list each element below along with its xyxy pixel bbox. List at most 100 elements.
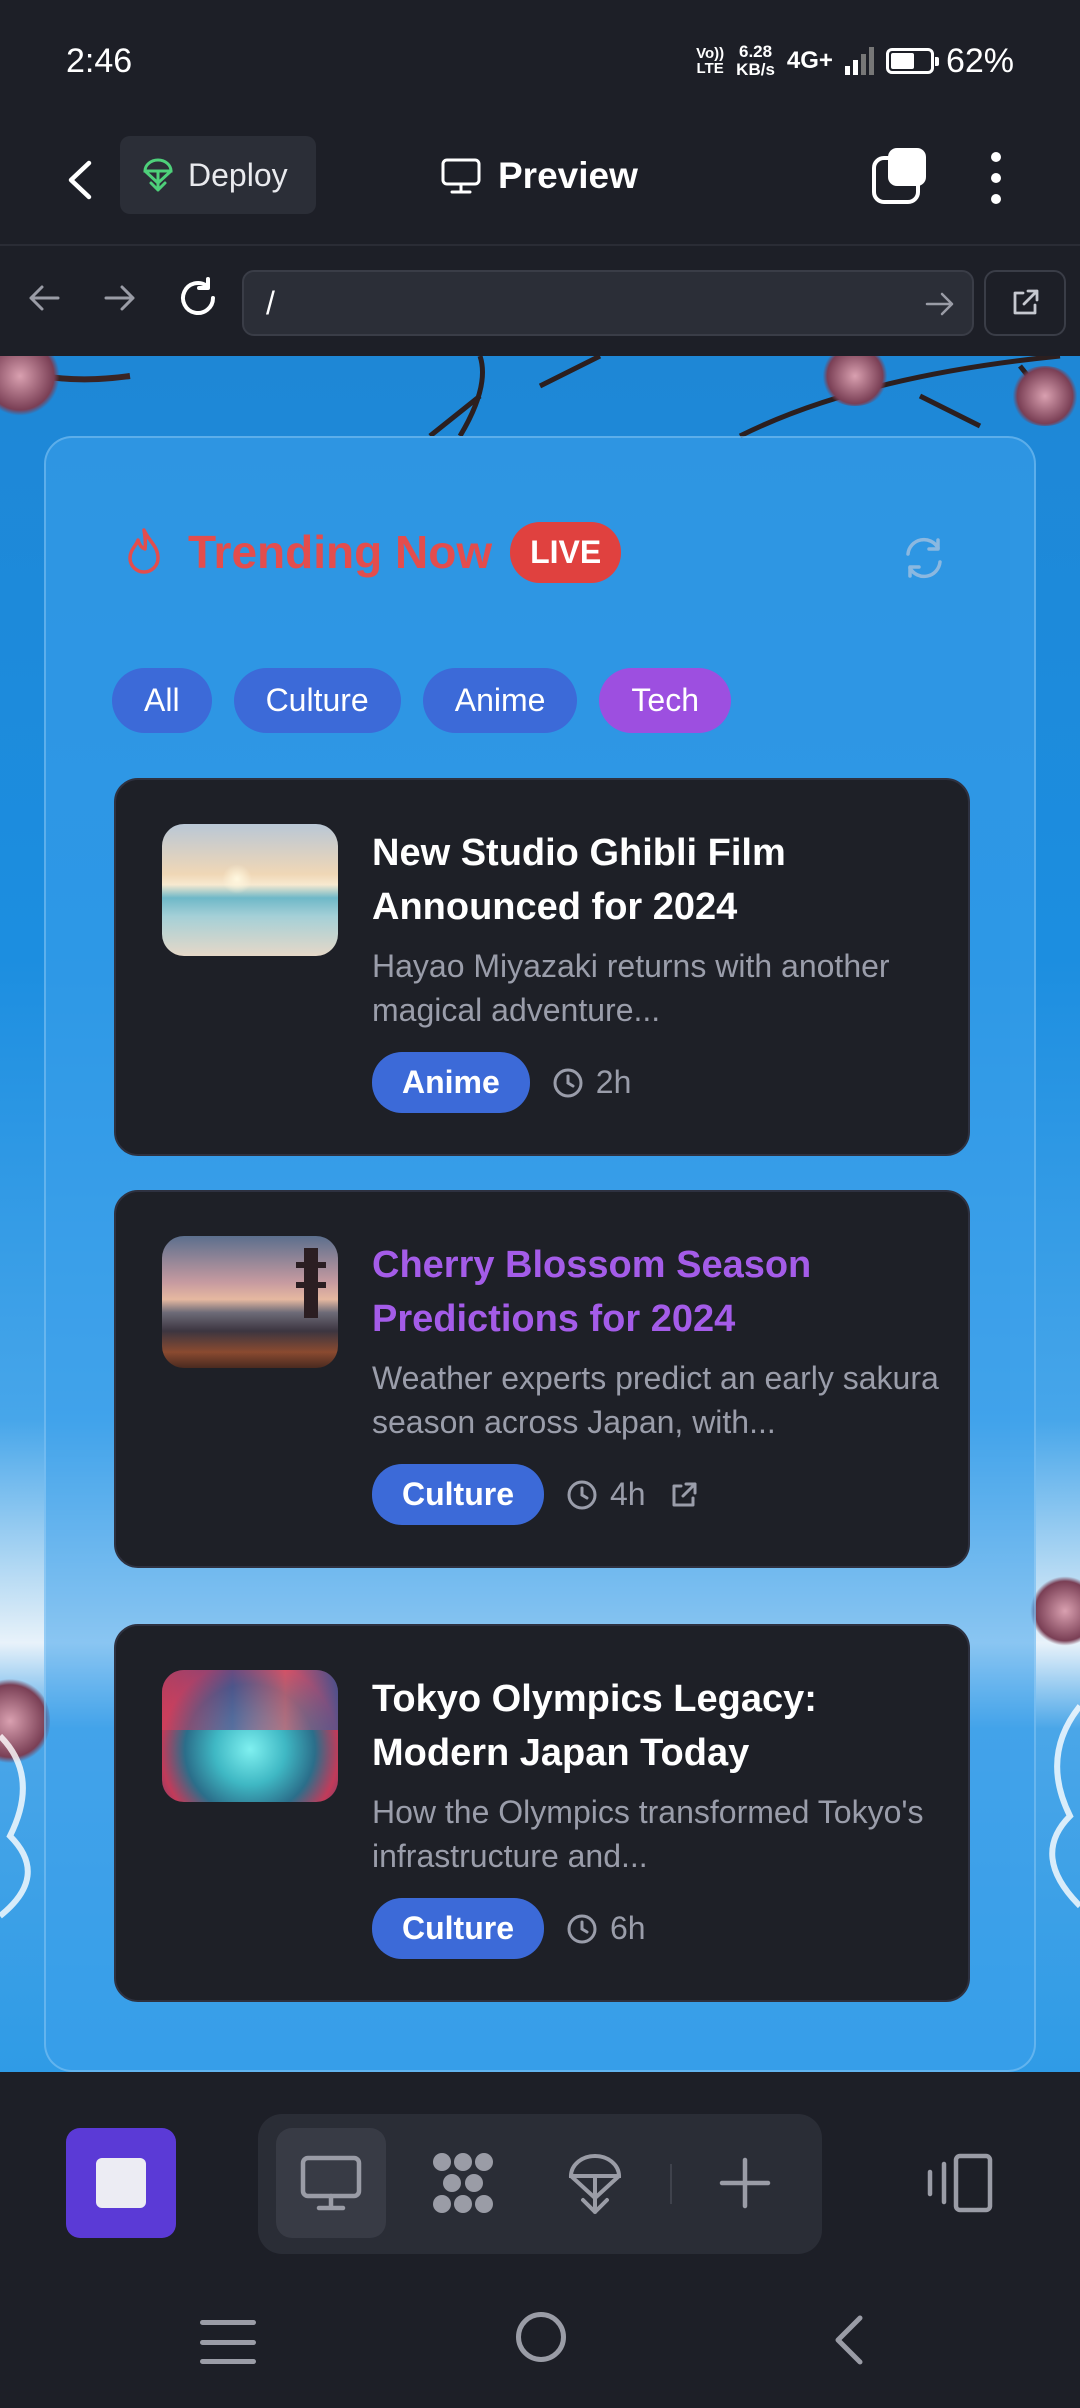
volte-top: Vo)) xyxy=(696,45,725,62)
monitor-icon xyxy=(441,158,481,194)
blossom-decoration xyxy=(1010,366,1080,426)
more-options-button[interactable] xyxy=(976,148,1016,208)
article-time-text: 6h xyxy=(610,1910,646,1946)
filter-chips: All Culture Anime Tech xyxy=(112,668,732,733)
article-card[interactable]: Tokyo Olympics Legacy: Modern Japan Toda… xyxy=(114,1624,970,2002)
monitor-icon xyxy=(300,2155,362,2211)
reload-button[interactable] xyxy=(170,270,226,326)
app-header: Deploy Preview xyxy=(0,122,1080,246)
preview-title: Preview xyxy=(440,146,638,206)
article-description: Hayao Miyazaki returns with another magi… xyxy=(372,948,890,1028)
trending-panel: Trending Now LIVE All Culture Anime Tech… xyxy=(44,436,1036,2072)
battery-percent: 62% xyxy=(945,41,1014,80)
device-frame-button[interactable] xyxy=(924,2150,996,2216)
url-bar: / xyxy=(0,246,1080,356)
tabs-icon xyxy=(872,148,926,204)
dock-toolbar xyxy=(258,2114,822,2254)
article-thumbnail xyxy=(162,824,338,956)
deploy-button[interactable]: Deploy xyxy=(120,136,316,214)
bottom-dock xyxy=(0,2072,1080,2283)
external-link-icon xyxy=(1013,289,1039,315)
plus-icon xyxy=(719,2157,771,2209)
article-title: Tokyo Olympics Legacy: Modern Japan Toda… xyxy=(372,1678,817,1774)
system-navigation-bar xyxy=(0,2272,1080,2408)
url-text: / xyxy=(266,284,275,321)
tabs-button[interactable] xyxy=(870,146,930,206)
volte-bottom: LTE xyxy=(696,60,724,77)
article-meta: Anime 2h xyxy=(372,1052,631,1113)
deploy-label: Deploy xyxy=(188,156,288,193)
open-external-button[interactable] xyxy=(984,270,1066,336)
preview-viewport: Trending Now LIVE All Culture Anime Tech… xyxy=(0,356,1080,2072)
cherry-branch-top xyxy=(428,356,602,436)
network-speed-value: 6.28 xyxy=(738,42,773,61)
article-title: New Studio Ghibli Film Announced for 202… xyxy=(372,832,786,928)
external-link-icon[interactable] xyxy=(668,1479,700,1511)
battery-icon xyxy=(885,48,939,74)
article-tag[interactable]: Culture xyxy=(372,1464,544,1525)
article-time: 2h xyxy=(552,1064,632,1101)
stop-icon xyxy=(96,2158,146,2208)
live-badge: LIVE xyxy=(510,521,622,583)
arrow-right-icon xyxy=(104,285,135,311)
nav-back-button[interactable] xyxy=(16,270,72,326)
network-speed: 6.28 KB/s xyxy=(736,43,775,79)
status-time: 2:46 xyxy=(66,42,133,80)
battery-fill xyxy=(890,53,915,69)
article-time: 4h xyxy=(566,1476,646,1513)
toolbar-divider xyxy=(670,2164,672,2204)
fire-icon xyxy=(128,528,160,574)
deploy-icon xyxy=(143,158,173,192)
wave-decoration-right xyxy=(1049,1704,1080,1909)
article-tag[interactable]: Culture xyxy=(372,1898,544,1959)
go-arrow-icon[interactable] xyxy=(922,286,958,322)
clock-icon xyxy=(567,1914,597,1943)
filter-chip-all[interactable]: All xyxy=(112,668,212,733)
status-icons: Vo)) LTE 6.28 KB/s 4G+ 62% xyxy=(696,36,1014,86)
device-toggle-icon xyxy=(927,2153,993,2213)
system-back-button[interactable] xyxy=(826,2312,876,2368)
recent-apps-button[interactable] xyxy=(200,2320,256,2364)
chevron-left-icon xyxy=(68,160,92,200)
url-input[interactable]: / xyxy=(242,270,974,336)
article-card[interactable]: Cherry Blossom Season Predictions for 20… xyxy=(114,1190,970,1568)
preview-tool-button[interactable] xyxy=(276,2128,386,2238)
filter-chip-culture[interactable]: Culture xyxy=(233,668,401,733)
volte-icon: Vo)) LTE xyxy=(696,46,724,76)
filter-chip-tech[interactable]: Tech xyxy=(599,668,732,733)
article-meta: Culture 6h xyxy=(372,1898,646,1959)
article-time-text: 2h xyxy=(595,1064,632,1100)
article-description: Weather experts predict an early sakura … xyxy=(372,1360,939,1440)
article-thumbnail xyxy=(162,1236,338,1368)
article-time-text: 4h xyxy=(610,1476,646,1512)
chevron-left-icon xyxy=(835,2315,863,2365)
network-type: 4G+ xyxy=(786,47,833,74)
workflows-tool-button[interactable] xyxy=(408,2128,518,2238)
deploy-tool-button[interactable] xyxy=(540,2128,650,2238)
add-tool-button[interactable] xyxy=(690,2128,800,2238)
blossom-decoration xyxy=(1030,1576,1080,1646)
reload-icon xyxy=(181,277,215,315)
refresh-icon xyxy=(906,537,942,579)
refresh-button[interactable] xyxy=(900,534,948,582)
filter-chip-anime[interactable]: Anime xyxy=(422,668,578,733)
signal-icon xyxy=(844,47,874,75)
trending-header: Trending Now LIVE xyxy=(118,520,622,584)
article-thumbnail xyxy=(162,1670,338,1802)
article-tag[interactable]: Anime xyxy=(372,1052,530,1113)
back-button[interactable] xyxy=(52,152,108,208)
stop-button[interactable] xyxy=(66,2128,176,2238)
status-bar: 2:46 Vo)) LTE 6.28 KB/s 4G+ 62% xyxy=(0,0,1080,122)
article-card[interactable]: New Studio Ghibli Film Announced for 202… xyxy=(114,778,970,1156)
article-time: 6h xyxy=(566,1910,646,1947)
trending-title: Trending Now xyxy=(188,526,493,578)
network-speed-unit: KB/s xyxy=(736,60,775,79)
nav-forward-button[interactable] xyxy=(92,270,148,326)
workflow-icon xyxy=(433,2153,493,2213)
deploy-icon xyxy=(568,2154,622,2214)
article-description: How the Olympics transformed Tokyo's inf… xyxy=(372,1794,924,1874)
home-button[interactable] xyxy=(516,2312,566,2362)
preview-label: Preview xyxy=(498,155,638,196)
clock-icon xyxy=(553,1068,583,1097)
clock-icon xyxy=(567,1480,597,1509)
